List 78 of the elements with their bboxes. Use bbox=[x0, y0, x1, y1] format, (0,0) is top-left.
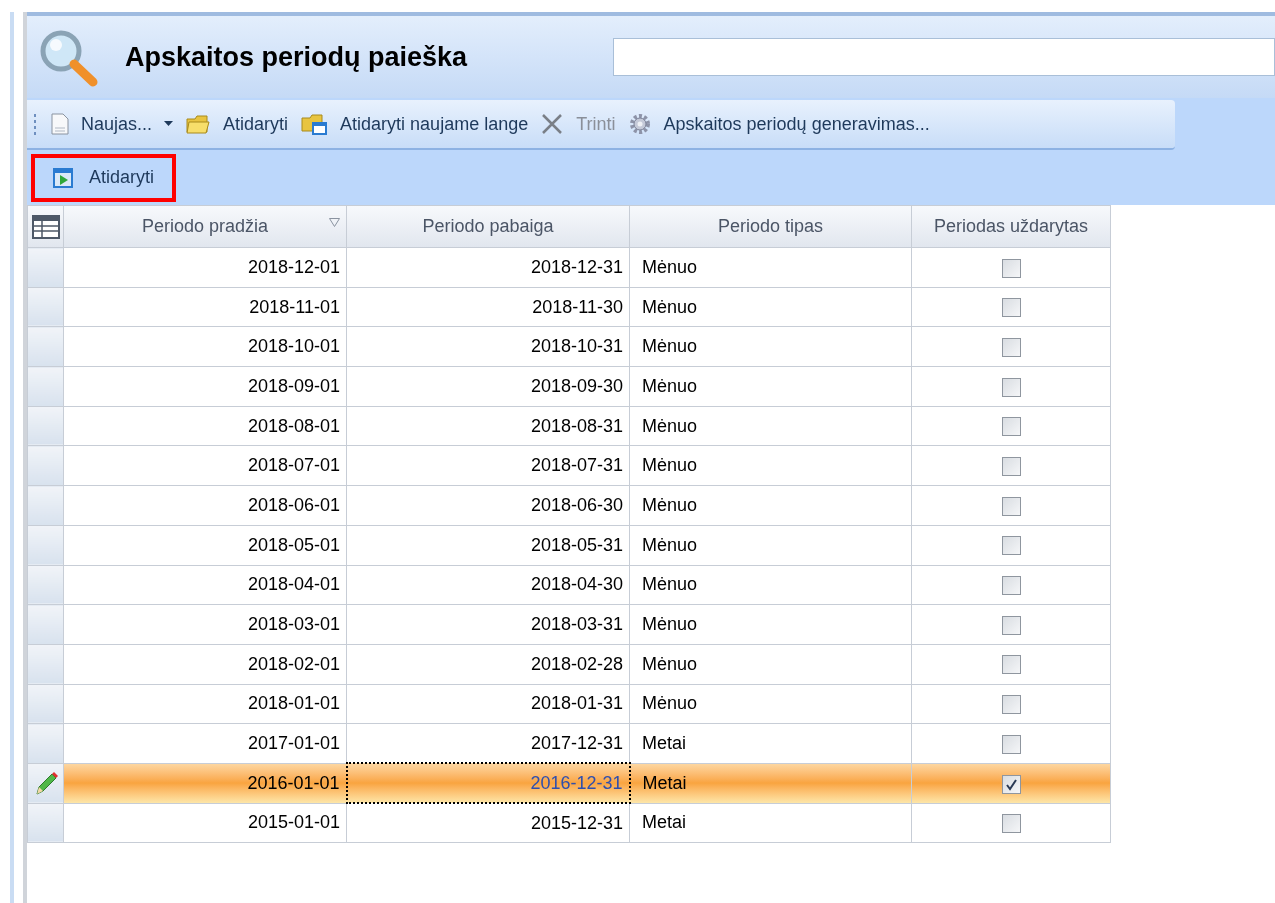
table-cell: Mėnuo bbox=[629, 604, 912, 645]
table-cell: Metai bbox=[629, 723, 912, 764]
checkbox[interactable] bbox=[1001, 258, 1021, 278]
folder-window-icon bbox=[300, 112, 329, 136]
checkbox[interactable] bbox=[1001, 377, 1021, 397]
table-cell: Mėnuo bbox=[629, 565, 912, 605]
table-cell: 2018-03-31 bbox=[346, 604, 630, 645]
table-cell: 2018-08-01 bbox=[63, 406, 347, 446]
table-cell: Mėnuo bbox=[629, 644, 912, 685]
toolbar-button[interactable]: Atidaryti naujame lange bbox=[300, 110, 529, 138]
sort-icon bbox=[329, 218, 340, 227]
checkbox[interactable] bbox=[1001, 337, 1021, 357]
table-cell: Mėnuo bbox=[629, 445, 912, 486]
column-header[interactable]: Periodo tipas bbox=[629, 205, 912, 248]
table-cell: Mėnuo bbox=[629, 406, 912, 446]
table-cell: 2018-02-01 bbox=[63, 644, 347, 685]
column-header[interactable]: Periodas uždarytas bbox=[911, 205, 1111, 248]
table-cell: 2018-07-01 bbox=[63, 445, 347, 486]
column-header[interactable]: Periodo pradžia bbox=[63, 205, 347, 248]
toolbar-button[interactable]: Apskaitos periodų generavimas... bbox=[627, 110, 930, 138]
table-cell: Metai bbox=[629, 803, 912, 843]
settings-icon bbox=[627, 112, 652, 136]
checkbox[interactable] bbox=[1001, 417, 1021, 437]
grip-icon bbox=[33, 113, 37, 135]
checkbox[interactable] bbox=[1001, 774, 1021, 794]
table-cell: Mėnuo bbox=[629, 247, 912, 288]
table-cell: Mėnuo bbox=[629, 485, 912, 526]
checkbox[interactable] bbox=[1001, 576, 1021, 596]
checkbox[interactable] bbox=[1001, 496, 1021, 516]
table-cell: 2018-08-31 bbox=[346, 406, 630, 446]
search-field[interactable] bbox=[613, 38, 1275, 76]
table-cell: 2018-01-31 bbox=[346, 684, 630, 724]
checkbox[interactable] bbox=[1001, 734, 1021, 754]
table-cell: 2018-05-31 bbox=[346, 525, 630, 565]
close-icon bbox=[540, 112, 565, 136]
grid-icon[interactable] bbox=[31, 214, 60, 239]
checkbox[interactable] bbox=[1001, 655, 1021, 675]
folder-icon bbox=[185, 113, 212, 135]
table-cell: Mėnuo bbox=[629, 366, 912, 407]
table-cell: 2018-04-01 bbox=[63, 565, 347, 605]
table-cell: 2018-09-30 bbox=[346, 366, 630, 407]
table-cell: Mėnuo bbox=[629, 326, 912, 367]
open-button[interactable]: Atidaryti bbox=[31, 153, 177, 202]
caret-icon bbox=[164, 121, 174, 127]
table-cell: Mėnuo bbox=[629, 684, 912, 724]
table-cell: Metai bbox=[629, 763, 912, 804]
toolbar-button[interactable]: Naujas... bbox=[51, 110, 174, 138]
column-header[interactable]: Periodo pabaiga bbox=[346, 205, 630, 248]
checkbox[interactable] bbox=[1001, 298, 1021, 318]
checkbox[interactable] bbox=[1001, 536, 1021, 556]
table-cell: 2018-09-01 bbox=[63, 366, 347, 407]
table-cell: 2018-06-30 bbox=[346, 485, 630, 526]
checkbox[interactable] bbox=[1001, 615, 1021, 635]
table-cell: 2018-06-01 bbox=[63, 485, 347, 526]
table-cell: Mėnuo bbox=[629, 287, 912, 327]
table-cell: 2015-12-31 bbox=[346, 803, 630, 843]
table-cell: 2018-04-30 bbox=[346, 565, 630, 605]
table-cell: 2018-02-28 bbox=[346, 644, 630, 685]
table-cell: 2018-11-01 bbox=[63, 287, 347, 327]
window-title: Apskaitos periodų paieška bbox=[125, 40, 468, 74]
checkbox[interactable] bbox=[1001, 814, 1021, 834]
table-cell: Mėnuo bbox=[629, 525, 912, 565]
document-icon bbox=[51, 113, 69, 135]
table-cell: 2018-10-31 bbox=[346, 326, 630, 367]
table-cell: 2018-12-01 bbox=[63, 247, 347, 288]
toolbar-button[interactable]: Atidaryti bbox=[185, 110, 289, 138]
table-cell: 2018-03-01 bbox=[63, 604, 347, 645]
table-cell: 2018-11-30 bbox=[346, 287, 630, 327]
table-cell: 2017-01-01 bbox=[63, 723, 347, 764]
table-cell: 2018-12-31 bbox=[346, 247, 630, 288]
table-cell: 2018-01-01 bbox=[63, 684, 347, 724]
table-cell: 2018-05-01 bbox=[63, 525, 347, 565]
table-cell: 2018-07-31 bbox=[346, 445, 630, 486]
table-cell: 2015-01-01 bbox=[63, 803, 347, 843]
table-cell: 2018-10-01 bbox=[63, 326, 347, 367]
checkbox[interactable] bbox=[1001, 695, 1021, 715]
play-window-icon bbox=[53, 167, 73, 188]
checkbox[interactable] bbox=[1001, 457, 1021, 477]
